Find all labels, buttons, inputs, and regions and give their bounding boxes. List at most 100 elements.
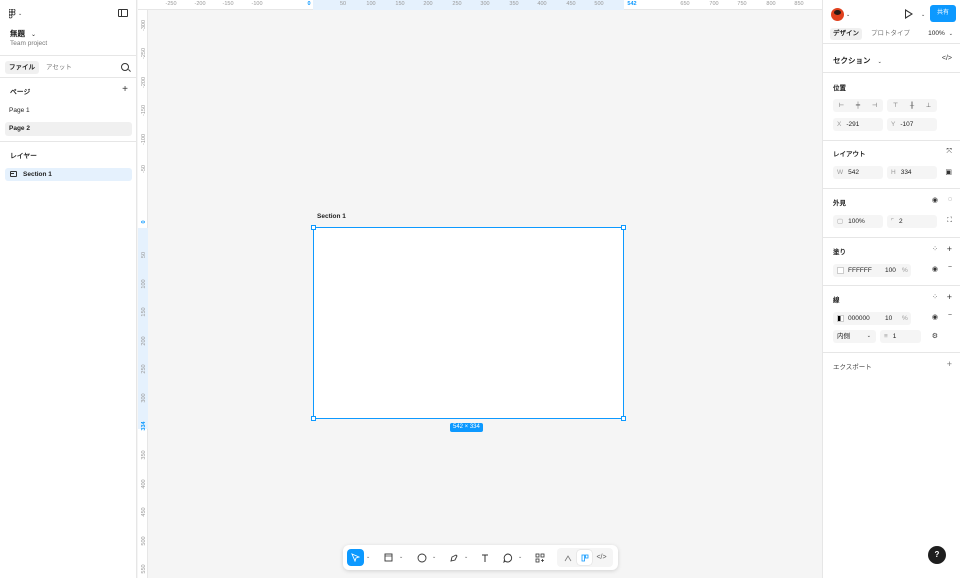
fill-swatch[interactable] — [837, 266, 844, 274]
ruler-label: 750 — [737, 1, 747, 7]
x-value: -291 — [846, 121, 860, 128]
draw-mode-button[interactable] — [560, 550, 575, 565]
stroke-position-select[interactable]: 内側 ⌄ — [833, 330, 876, 343]
align-bottom-icon[interactable]: ⊥ — [926, 102, 931, 109]
layer-item-section-1[interactable]: Section 1 — [5, 168, 132, 181]
blend-drop-icon[interactable]: ◌ — [948, 196, 952, 203]
align-right-icon[interactable]: ⊣ — [872, 102, 877, 109]
add-page-icon[interactable]: + — [122, 85, 128, 95]
ruler-label: -100 — [251, 1, 263, 7]
section-frame[interactable] — [313, 227, 624, 419]
figma-logo-icon — [9, 9, 16, 19]
play-icon[interactable] — [905, 9, 913, 19]
search-icon[interactable] — [121, 63, 129, 71]
ruler-label: -300 — [141, 19, 147, 31]
remove-fill-icon[interactable]: − — [948, 264, 952, 271]
remove-stroke-icon[interactable]: − — [948, 312, 952, 319]
figma-menu-button[interactable]: ⌄ — [9, 9, 25, 19]
share-button[interactable]: 共有 — [930, 5, 956, 22]
chevron-down-icon[interactable]: ⌄ — [921, 12, 925, 18]
eye-icon[interactable]: ◉ — [932, 265, 938, 273]
move-tool-button[interactable] — [347, 549, 364, 566]
cursor-icon — [351, 553, 360, 562]
ruler-label: 650 — [680, 1, 690, 7]
styles-grid-icon[interactable]: ⁘ — [932, 245, 938, 253]
pen-tool-button[interactable] — [445, 549, 462, 566]
design-mode-button[interactable] — [577, 550, 592, 565]
chevron-down-icon[interactable]: ⌄ — [846, 12, 850, 18]
eye-icon[interactable]: ◉ — [932, 196, 938, 204]
chevron-down-icon[interactable]: ⌄ — [464, 554, 468, 560]
file-project-name: Team project — [10, 40, 48, 47]
tab-prototype[interactable]: プロトタイプ — [868, 28, 913, 40]
help-button[interactable]: ? — [928, 546, 946, 564]
stroke-color-field[interactable]: 000000 10 % — [833, 312, 911, 325]
page-item-page-2[interactable]: Page 2 — [5, 122, 132, 136]
stroke-swatch[interactable] — [837, 314, 844, 322]
corner-radius-icon: ⌜ — [891, 218, 895, 225]
w-label: W — [837, 169, 844, 176]
corner-radius-field[interactable]: ⌜ 2 — [887, 215, 937, 228]
actions-tool-button[interactable] — [531, 549, 548, 566]
section-name-label[interactable]: Section 1 — [317, 213, 346, 220]
opacity-field[interactable]: ▢ 100% — [833, 215, 883, 228]
chevron-down-icon[interactable]: ⌄ — [399, 554, 403, 560]
sidebar-toggle-icon[interactable] — [118, 9, 128, 17]
divider — [823, 352, 960, 353]
align-center-v-icon[interactable]: ╫ — [910, 103, 914, 109]
image-icon[interactable]: ▣ — [945, 168, 952, 176]
ruler-label: 300 — [480, 1, 490, 7]
tab-file[interactable]: ファイル — [5, 61, 39, 74]
fill-color-field[interactable]: FFFFFF 100 % — [833, 264, 911, 277]
ruler-label: 350 — [141, 450, 147, 460]
stroke-settings-icon[interactable]: ⚙ — [932, 332, 938, 340]
x-field[interactable]: X -291 — [833, 118, 883, 131]
shape-tool-button[interactable] — [413, 549, 430, 566]
selection-title[interactable]: セクション ⌄ — [833, 55, 882, 66]
ruler-left: -300 -250 -200 -150 -100 -50 0 50 100 15… — [138, 10, 148, 578]
ruler-label: 200 — [141, 336, 147, 346]
styles-grid-icon[interactable]: ⁘ — [932, 293, 938, 301]
tab-design[interactable]: デザイン — [830, 28, 862, 40]
text-tool-button[interactable] — [476, 549, 493, 566]
resize-handle-tr[interactable] — [621, 225, 626, 230]
add-export-icon[interactable]: + — [947, 359, 952, 369]
add-fill-icon[interactable]: + — [947, 244, 952, 254]
add-stroke-icon[interactable]: + — [947, 292, 952, 302]
chevron-down-icon[interactable]: ⌄ — [518, 554, 522, 560]
export-header: エクスポート — [833, 364, 872, 371]
avatar[interactable] — [831, 8, 844, 21]
comment-icon — [502, 553, 512, 563]
align-top-icon[interactable]: ⊤ — [893, 102, 898, 109]
chevron-down-icon: ⌄ — [31, 32, 37, 38]
chevron-down-icon: ⌄ — [948, 31, 953, 37]
stroke-weight-field[interactable]: ≡ 1 — [880, 330, 921, 343]
resize-handle-bl[interactable] — [311, 416, 316, 421]
y-field[interactable]: Y -107 — [887, 118, 937, 131]
chevron-down-icon: ⌄ — [866, 333, 871, 339]
comment-tool-button[interactable] — [499, 549, 516, 566]
width-field[interactable]: W 542 — [833, 166, 883, 179]
eye-icon[interactable]: ◉ — [932, 313, 938, 321]
align-left-icon[interactable]: ⊢ — [839, 102, 844, 109]
resize-handle-br[interactable] — [621, 416, 626, 421]
chevron-down-icon[interactable]: ⌄ — [432, 554, 436, 560]
ruler-label: 400 — [141, 479, 147, 489]
canvas[interactable]: -250 -200 -150 -100 0 50 100 150 200 250… — [138, 0, 822, 578]
frame-tool-button[interactable] — [380, 549, 397, 566]
page-item-page-1[interactable]: Page 1 — [5, 104, 132, 118]
zoom-dropdown[interactable]: 100% ⌄ — [928, 30, 953, 37]
ruler-label: 400 — [537, 1, 547, 7]
individual-corners-icon[interactable]: ⛶ — [947, 217, 952, 225]
dev-mode-button[interactable]: </> — [594, 550, 609, 565]
file-title[interactable]: 無題 ⌄ — [10, 28, 36, 39]
ruler-label: -150 — [141, 104, 147, 116]
chevron-down-icon[interactable]: ⌄ — [366, 554, 370, 560]
expand-icon[interactable]: ⤧ — [946, 148, 952, 156]
height-field[interactable]: H 334 — [887, 166, 937, 179]
align-center-h-icon[interactable]: ╪ — [856, 103, 860, 109]
code-icon[interactable]: </> — [942, 55, 952, 62]
layers-header: レイヤー — [10, 153, 37, 160]
resize-handle-tl[interactable] — [311, 225, 316, 230]
tab-assets[interactable]: アセット — [42, 61, 76, 74]
